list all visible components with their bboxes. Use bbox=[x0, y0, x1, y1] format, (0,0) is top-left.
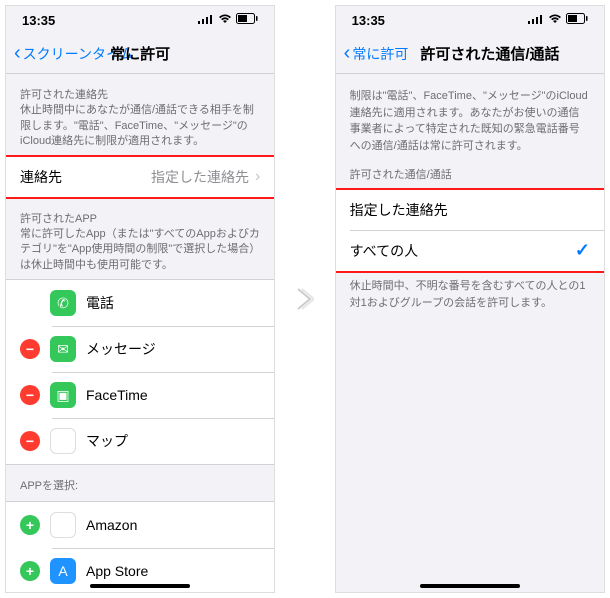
app-icon: ✉ bbox=[50, 336, 76, 362]
phone-left-screen: 13:35 ‹ スクリーンタイム 常に許可 許可された連絡先 休止時間中にあなた… bbox=[5, 5, 275, 593]
battery-icon bbox=[566, 13, 588, 27]
nav-bar: ‹ スクリーンタイム 常に許可 bbox=[6, 34, 274, 74]
app-icon: A bbox=[50, 558, 76, 584]
remove-icon[interactable]: − bbox=[20, 431, 40, 451]
app-row[interactable]: + a Amazon bbox=[6, 502, 274, 548]
option-row[interactable]: すべての人✓ bbox=[336, 230, 604, 271]
status-bar: 13:35 bbox=[336, 6, 604, 34]
section-header-contacts: 許可された連絡先 休止時間中にあなたが通信/通話できる相手を制限します。"電話"… bbox=[6, 74, 274, 156]
add-icon[interactable]: + bbox=[20, 515, 40, 535]
back-button[interactable]: ‹ 常に許可 bbox=[344, 42, 409, 65]
status-time: 13:35 bbox=[352, 13, 385, 28]
section-desc-top: 制限は"電話"、FaceTime、"メッセージ"のiCloud連絡先に適用されま… bbox=[336, 74, 604, 164]
contacts-label: 連絡先 bbox=[20, 167, 151, 187]
nav-title: 常に許可 bbox=[110, 43, 170, 64]
app-row[interactable]: −✉ メッセージ bbox=[6, 326, 274, 372]
remove-icon[interactable]: − bbox=[20, 339, 40, 359]
section-header-apps: 許可されたAPP 常に許可したApp（または"すべてのAppおよびカテゴリ"を"… bbox=[6, 198, 274, 280]
app-name: Amazon bbox=[86, 517, 260, 533]
signal-icon bbox=[198, 14, 214, 27]
app-icon: ▣ bbox=[50, 382, 76, 408]
home-indicator[interactable] bbox=[420, 584, 520, 588]
section-desc-bottom: 休止時間中、不明な番号を含むすべての人との1対1およびグループの会話を許可します… bbox=[336, 272, 604, 321]
choose-apps-group: +aAmazon+AApp Store+★iTunes Store+◉Podca… bbox=[6, 501, 274, 592]
content-scroll[interactable]: 許可された連絡先 休止時間中にあなたが通信/通話できる相手を制限します。"電話"… bbox=[6, 74, 274, 592]
app-row[interactable]: −🗺 マップ bbox=[6, 418, 274, 464]
chevron-left-icon: ‹ bbox=[14, 42, 21, 65]
cell-group-contacts: 連絡先 指定した連絡先 › bbox=[6, 156, 274, 198]
status-indicators bbox=[198, 13, 258, 27]
status-time: 13:35 bbox=[22, 13, 55, 28]
add-icon[interactable]: + bbox=[20, 561, 40, 581]
remove-icon[interactable]: − bbox=[20, 385, 40, 405]
app-icon: ✆ bbox=[50, 290, 76, 316]
options-header: 許可された通信/通話 bbox=[336, 164, 604, 189]
chevron-left-icon: ‹ bbox=[344, 42, 351, 65]
status-indicators bbox=[528, 13, 588, 27]
option-row[interactable]: 指定した連絡先 bbox=[336, 190, 604, 230]
wifi-icon bbox=[218, 14, 232, 27]
back-label: 常に許可 bbox=[352, 44, 408, 64]
home-indicator[interactable] bbox=[90, 584, 190, 588]
allowed-apps-group: ✆電話−✉メッセージ−▣FaceTime−🗺マップ bbox=[6, 279, 274, 465]
status-bar: 13:35 bbox=[6, 6, 274, 34]
chevron-right-icon: › bbox=[255, 168, 260, 186]
nav-bar: ‹ 常に許可 許可された通信/通話 bbox=[336, 34, 604, 74]
app-icon: 🗺 bbox=[50, 428, 76, 454]
content-scroll[interactable]: 制限は"電話"、FaceTime、"メッセージ"のiCloud連絡先に適用されま… bbox=[336, 74, 604, 592]
checkmark-icon: ✓ bbox=[575, 240, 590, 261]
app-name: FaceTime bbox=[86, 387, 260, 403]
battery-icon bbox=[236, 13, 258, 27]
app-name: 電話 bbox=[86, 293, 260, 313]
signal-icon bbox=[528, 14, 544, 27]
app-row[interactable]: ✆ 電話 bbox=[6, 280, 274, 326]
app-icon: a bbox=[50, 512, 76, 538]
option-label: すべての人 bbox=[350, 241, 575, 261]
app-row[interactable]: −▣ FaceTime bbox=[6, 372, 274, 418]
section-header-choose: APPを選択: bbox=[6, 465, 274, 500]
app-name: App Store bbox=[86, 563, 260, 579]
app-name: メッセージ bbox=[86, 339, 260, 359]
app-name: マップ bbox=[86, 431, 260, 451]
wifi-icon bbox=[548, 14, 562, 27]
options-group: 指定した連絡先すべての人✓ bbox=[336, 189, 604, 272]
option-label: 指定した連絡先 bbox=[350, 200, 590, 220]
arrow-transition-icon bbox=[295, 5, 314, 593]
contacts-value: 指定した連絡先 bbox=[151, 167, 249, 187]
contacts-row[interactable]: 連絡先 指定した連絡先 › bbox=[6, 157, 274, 197]
nav-title: 許可された通信/通話 bbox=[420, 43, 559, 64]
phone-right-screen: 13:35 ‹ 常に許可 許可された通信/通話 制限は"電話"、FaceTime… bbox=[335, 5, 605, 593]
